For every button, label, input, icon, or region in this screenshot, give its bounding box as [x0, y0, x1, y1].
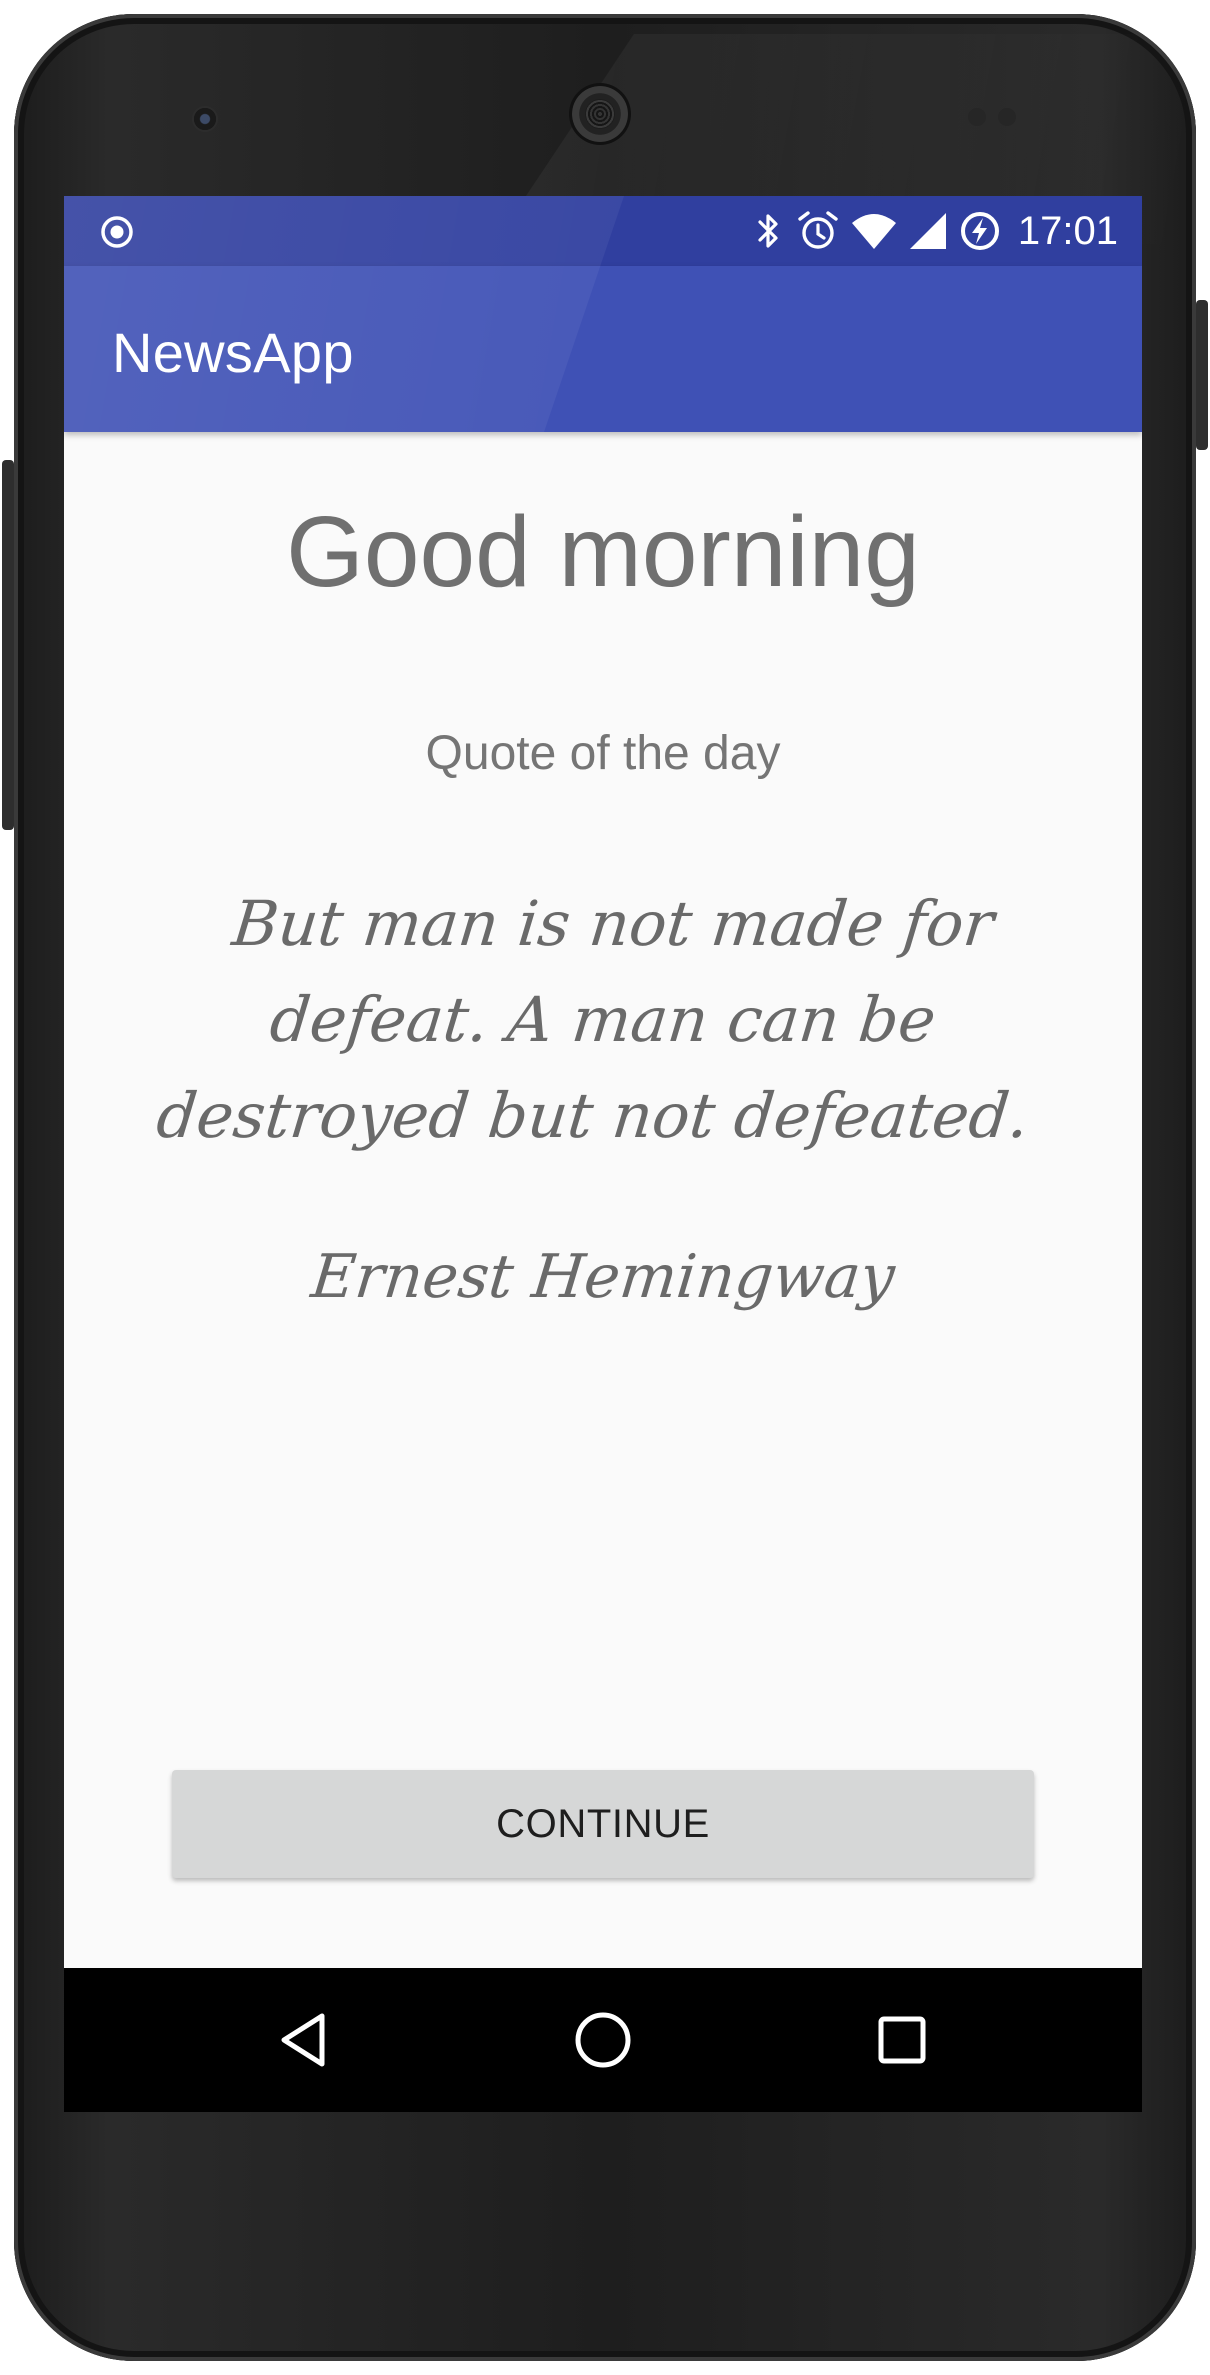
- status-bar: 17:01: [64, 196, 1142, 266]
- quote-text: But man is not made for defeat. A man ca…: [153, 887, 1033, 1152]
- navigation-bar: [64, 1968, 1142, 2112]
- wifi-icon: [851, 214, 896, 249]
- home-icon: [575, 2012, 631, 2068]
- screen: 17:01 NewsApp Good morning Quote of the …: [64, 196, 1142, 2112]
- quote-author: Ernest Hemingway: [308, 1242, 898, 1312]
- back-button[interactable]: [272, 2008, 336, 2072]
- front-camera: [572, 86, 628, 142]
- battery-charging-icon: [960, 212, 999, 250]
- light-sensor: [968, 108, 1024, 126]
- app-bar: NewsApp: [64, 266, 1142, 432]
- proximity-sensor: [192, 106, 218, 132]
- status-icons: 17:01: [752, 196, 1118, 266]
- greeting-text: Good morning: [286, 496, 920, 608]
- app-title: NewsApp: [112, 321, 354, 384]
- recents-icon: [878, 2016, 926, 2064]
- continue-button[interactable]: CONTINUE: [172, 1770, 1034, 1878]
- power-button: [1196, 300, 1208, 450]
- quote-heading: Quote of the day: [425, 727, 781, 780]
- side-button-left: [2, 460, 14, 830]
- recents-button[interactable]: [870, 2008, 934, 2072]
- record-circle-icon: [101, 216, 133, 248]
- cell-signal-icon: [909, 213, 946, 249]
- home-button[interactable]: [571, 2008, 635, 2072]
- status-time: 17:01: [1017, 208, 1118, 253]
- bluetooth-icon: [758, 214, 778, 248]
- alarm-clock-icon: [798, 211, 838, 249]
- back-icon: [281, 2013, 325, 2067]
